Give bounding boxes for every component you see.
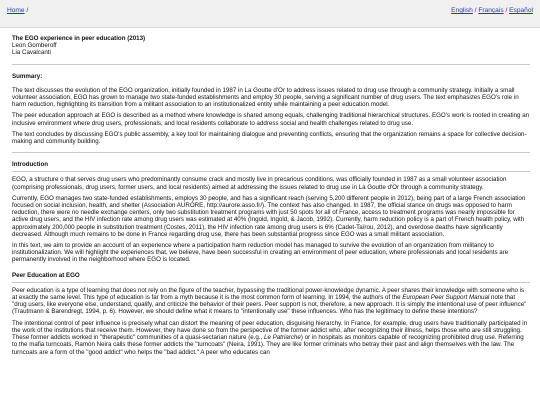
- introduction-paragraph: Currently, EGO manages two state-funded …: [12, 194, 526, 238]
- introduction-paragraph: In this text, we aim to provide an accou…: [12, 242, 509, 264]
- author-name: Leon Gomberoff: [12, 42, 57, 50]
- italic-title: European Peer Support Manual: [402, 294, 490, 302]
- language-link-english[interactable]: English: [451, 7, 473, 14]
- peer-education-paragraph: The intentional control of peer influenc…: [12, 320, 530, 356]
- summary-paragraph: The peer education approach at EGO is de…: [12, 112, 530, 127]
- peer-education-heading: Peer Education at EGO: [12, 272, 530, 283]
- top-navigation-bar: Home / English / Français / Español: [0, 0, 540, 28]
- section-divider: [12, 63, 530, 65]
- introduction-heading: Introduction: [12, 161, 530, 173]
- language-separator: /: [505, 7, 508, 14]
- introduction-paragraph: EGO, a structure o that serves drug user…: [12, 176, 507, 191]
- language-switcher: English / Français / Español: [451, 7, 533, 14]
- language-separator: /: [474, 7, 477, 14]
- language-link-francais[interactable]: Français: [478, 7, 503, 14]
- language-link-espanol[interactable]: Español: [509, 7, 533, 14]
- italic-title: Le Patriarche: [264, 334, 301, 342]
- summary-heading: Summary:: [12, 72, 43, 80]
- summary-paragraph: The text concludes by discussing EGO's p…: [12, 130, 527, 146]
- article-title: The EGO experience in peer education (20…: [12, 35, 146, 42]
- home-link[interactable]: Home: [7, 7, 25, 14]
- section-divider: [12, 152, 530, 154]
- author-name: Lia Cavalcanti: [12, 49, 51, 57]
- author-list: Leon Gomberoff Lia Cavalcanti: [12, 42, 530, 56]
- article-content: The EGO experience in peer education (20…: [12, 35, 530, 401]
- breadcrumb-separator: /: [26, 7, 29, 14]
- breadcrumb: Home /: [7, 7, 28, 14]
- peer-education-paragraph: Peer education is a type of learning tha…: [12, 287, 530, 316]
- summary-paragraph: The text discusses the evolution of the …: [12, 86, 519, 109]
